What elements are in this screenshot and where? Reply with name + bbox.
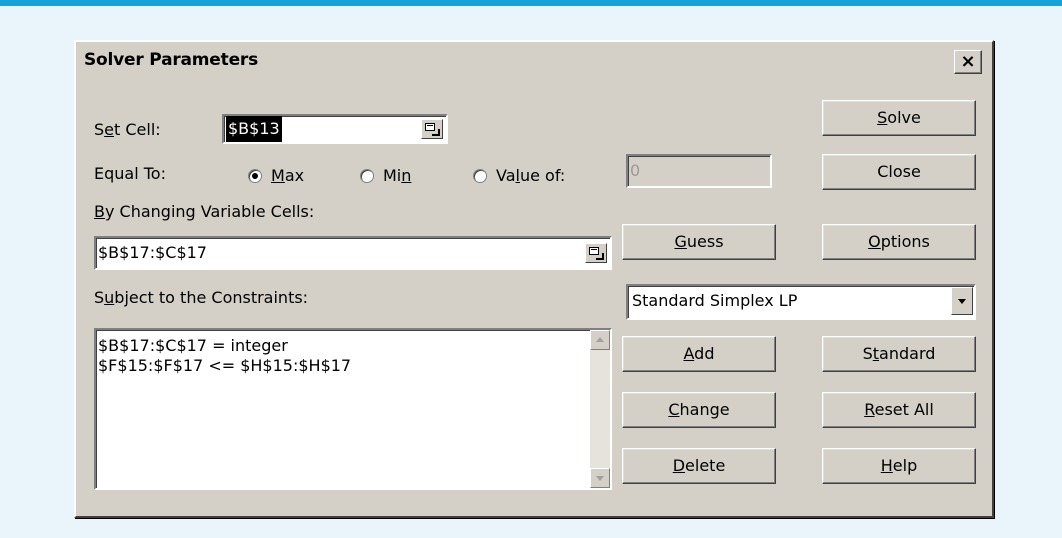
close-icon[interactable]: × <box>954 50 982 74</box>
dialog-title: Solver Parameters <box>84 50 258 70</box>
add-button[interactable]: Add <box>622 336 776 372</box>
solve-button[interactable]: Solve <box>822 100 976 136</box>
changing-cells-label: By Changing Variable Cells: <box>94 202 315 221</box>
changing-cells-value: $B$17:$C$17 <box>98 243 207 262</box>
set-cell-label: Set Cell: <box>94 120 161 139</box>
constraints-label: Subject to the Constraints: <box>94 288 309 307</box>
solving-method-value: Standard Simplex LP <box>632 291 798 310</box>
value-of-input[interactable]: 0 <box>626 154 772 188</box>
radio-min-icon <box>360 168 374 183</box>
list-item[interactable]: $B$17:$C$17 = integer <box>98 336 351 356</box>
radio-max-icon <box>248 168 262 183</box>
radio-max[interactable]: Max <box>248 166 304 185</box>
delete-button[interactable]: Delete <box>622 448 776 484</box>
list-item[interactable]: $F$15:$F$17 <= $H$15:$H$17 <box>98 356 351 376</box>
equal-to-label: Equal To: <box>94 164 166 183</box>
options-button[interactable]: Options <box>822 224 976 260</box>
reset-all-button[interactable]: Reset All <box>822 392 976 428</box>
radio-value-of-icon <box>473 168 487 183</box>
scroll-up-icon[interactable] <box>590 330 610 350</box>
collapse-dialog-icon[interactable] <box>421 119 443 139</box>
radio-value-of[interactable]: Va l ue of: <box>473 166 565 185</box>
close-button[interactable]: Close <box>822 154 976 190</box>
title-bar[interactable]: Solver Parameters × <box>78 44 990 78</box>
solving-method-select[interactable]: Standard Simplex LP <box>626 284 976 320</box>
radio-min[interactable]: Mi n <box>360 166 411 185</box>
help-button[interactable]: Help <box>822 448 976 484</box>
chevron-down-icon[interactable] <box>951 287 973 315</box>
collapse-dialog-icon[interactable] <box>585 243 607 263</box>
changing-cells-input[interactable]: $B$17:$C$17 <box>94 236 612 270</box>
solver-parameters-dialog: Solver Parameters × Set Cell: $B$13 Equa… <box>74 40 994 518</box>
constraints-scrollbar[interactable] <box>590 330 610 488</box>
set-cell-input[interactable]: $B$13 <box>222 114 448 144</box>
standard-button[interactable]: Standard <box>822 336 976 372</box>
constraints-list[interactable]: $B$17:$C$17 = integer $F$15:$F$17 <= $H$… <box>94 328 612 490</box>
top-accent-rule <box>0 0 1062 6</box>
guess-button[interactable]: Guess <box>622 224 776 260</box>
set-cell-value: $B$13 <box>226 116 282 142</box>
scroll-down-icon[interactable] <box>590 468 610 488</box>
change-button[interactable]: Change <box>622 392 776 428</box>
